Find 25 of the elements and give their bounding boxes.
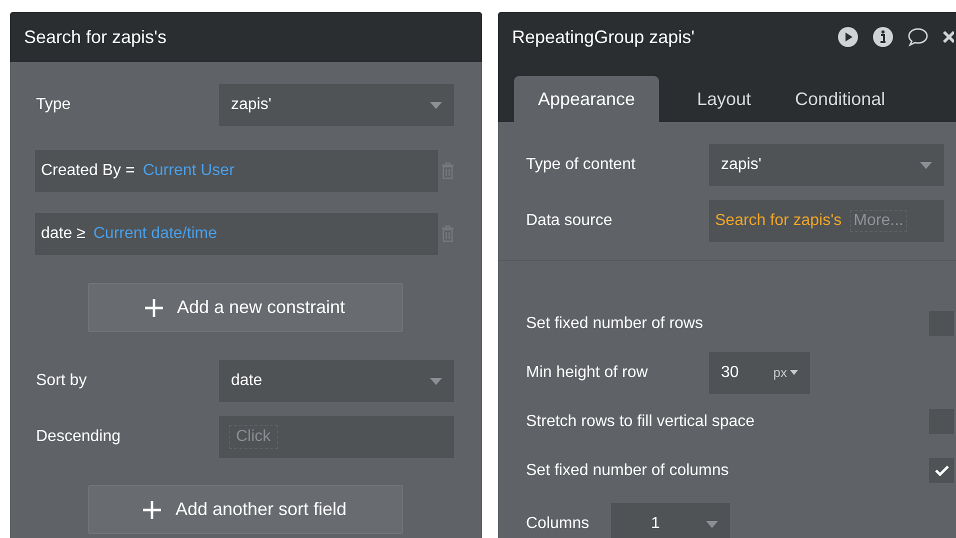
content-type-dropdown[interactable]: zapis' bbox=[709, 144, 944, 186]
data-source-field[interactable]: Search for zapis's More... bbox=[709, 200, 944, 242]
field-label: Type bbox=[36, 96, 72, 114]
number-field[interactable]: 30 px bbox=[709, 352, 810, 394]
add-sort-button[interactable]: Add another sort field bbox=[88, 485, 402, 534]
type-dropdown[interactable]: zapis' bbox=[219, 84, 454, 126]
option-label: Min height of row bbox=[526, 364, 649, 382]
sort-dropdown[interactable]: date bbox=[219, 360, 454, 402]
field-label: Descending bbox=[36, 428, 122, 446]
add-constraint-button[interactable]: Add a new constraint bbox=[88, 283, 402, 332]
constraint-field[interactable]: Created By = Current User bbox=[35, 150, 438, 192]
option-label: Set fixed number of rows bbox=[526, 314, 704, 332]
tab[interactable]: Appearance bbox=[514, 76, 659, 122]
option-label: Set fixed number of columns bbox=[526, 462, 730, 480]
option-label: Stretch rows to fill vertical space bbox=[526, 412, 756, 430]
field-label: Data source bbox=[526, 212, 614, 230]
option-label: Columns bbox=[526, 515, 590, 533]
select-dropdown[interactable]: 1 bbox=[611, 503, 730, 538]
field-label: Sort by bbox=[36, 372, 88, 390]
panel-title: RepeatingGroup zapis' bbox=[512, 26, 696, 48]
tab[interactable]: Layout bbox=[675, 76, 774, 122]
constraint-field[interactable]: date ≥ Current date/time bbox=[35, 213, 438, 255]
panel-title: Search for zapis's bbox=[24, 26, 168, 48]
tab[interactable]: Conditional bbox=[773, 76, 908, 122]
field-label: Type of content bbox=[526, 156, 636, 174]
